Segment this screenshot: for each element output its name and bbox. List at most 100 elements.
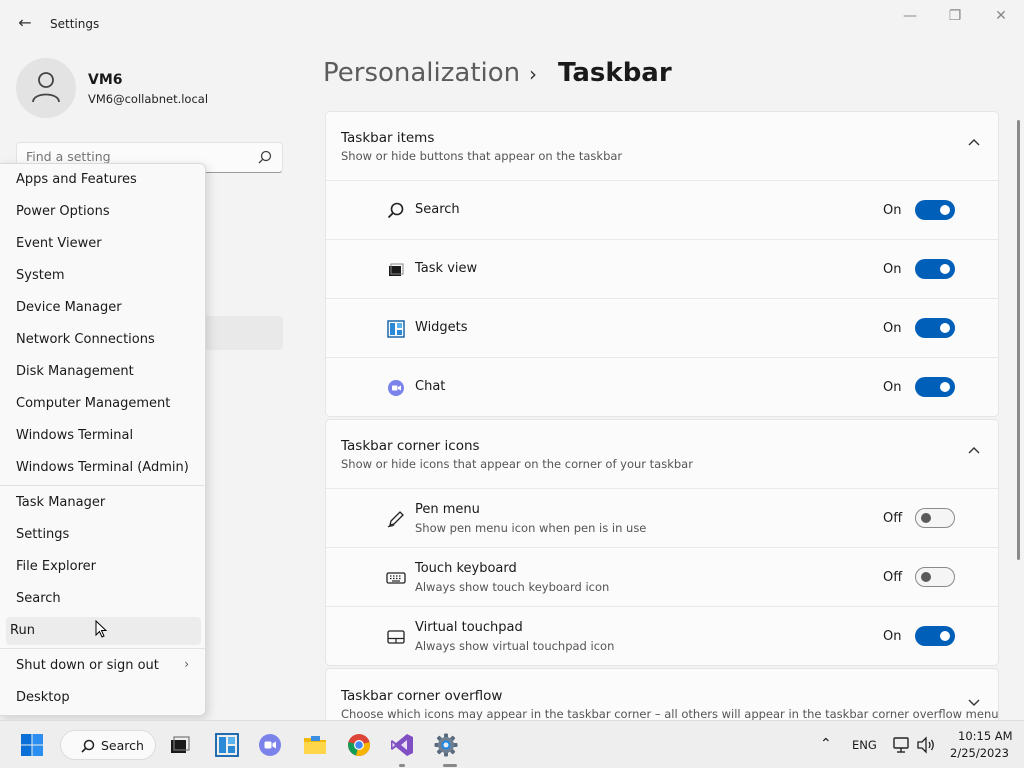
setting-label: Virtual touchpad [415, 620, 523, 635]
virtual-touchpad-toggle[interactable] [915, 626, 955, 646]
mouse-cursor-icon [95, 620, 108, 638]
menu-item-power-options[interactable]: Power Options [6, 198, 201, 226]
volume-icon[interactable] [916, 735, 936, 755]
section-subtitle: Choose which icons may appear in the tas… [341, 707, 999, 721]
pen-menu-toggle[interactable] [915, 508, 955, 528]
toggle-state-text: On [883, 321, 902, 336]
clock-date[interactable]: 2/25/2023 [950, 746, 1009, 760]
section-title: Taskbar corner icons [341, 438, 480, 454]
taskbar-corner-icons-header[interactable]: Taskbar corner icons Show or hide icons … [326, 420, 998, 488]
chevron-down-icon[interactable] [968, 699, 980, 707]
visual-studio-icon[interactable] [390, 733, 414, 757]
chat-toggle[interactable] [915, 377, 955, 397]
restore-icon[interactable]: ❐ [941, 8, 969, 26]
clock-time[interactable]: 10:15 AM [958, 729, 1013, 743]
section-subtitle: Show or hide buttons that appear on the … [341, 149, 623, 163]
menu-item-network-connections[interactable]: Network Connections [6, 326, 201, 354]
setting-label: Task view [415, 261, 478, 276]
scrollbar[interactable] [1017, 120, 1020, 560]
settings-gear-icon[interactable] [434, 733, 458, 757]
taskbar: Search ⌃ ENG 10:15 AM 2/25/2023 [0, 720, 1024, 768]
user-icon [32, 72, 60, 103]
input-language[interactable]: ENG [852, 738, 877, 752]
pen-icon [387, 511, 404, 528]
menu-item-desktop[interactable]: Desktop [6, 684, 201, 712]
widgets-icon [387, 320, 405, 338]
setting-description: Show pen menu icon when pen is in use [415, 521, 647, 535]
setting-row-pen-menu: Pen menu Show pen menu icon when pen is … [326, 488, 998, 547]
taskbar-items-header[interactable]: Taskbar items Show or hide buttons that … [326, 112, 998, 180]
menu-item-apps-and-features[interactable]: Apps and Features [6, 166, 201, 194]
nav-selected-highlight [205, 316, 283, 350]
task-view-toggle[interactable] [915, 259, 955, 279]
chat-icon [388, 380, 404, 396]
touch-keyboard-toggle[interactable] [915, 567, 955, 587]
taskbar-search-label: Search [101, 738, 144, 753]
user-name: VM6 [88, 72, 123, 88]
breadcrumb-parent[interactable]: Personalization [323, 58, 520, 88]
network-icon[interactable] [891, 735, 911, 755]
keyboard-icon [386, 572, 406, 584]
setting-description: Always show virtual touchpad icon [415, 639, 615, 653]
taskbar-search-button[interactable]: Search [60, 730, 156, 760]
section-title: Taskbar items [341, 130, 435, 146]
menu-item-disk-management[interactable]: Disk Management [6, 358, 201, 386]
menu-item-system[interactable]: System [6, 262, 201, 290]
menu-item-task-manager[interactable]: Task Manager [6, 489, 201, 517]
toggle-state-text: Off [883, 511, 903, 526]
search-icon [81, 739, 95, 753]
user-email: VM6@collabnet.local [88, 92, 209, 106]
menu-item-device-manager[interactable]: Device Manager [6, 294, 201, 322]
windows-start-icon[interactable] [20, 733, 44, 757]
menu-item-computer-management[interactable]: Computer Management [6, 390, 201, 418]
find-setting-input[interactable] [26, 149, 246, 164]
toggle-state-text: On [883, 203, 902, 218]
taskbar-corner-icons-card: Taskbar corner icons Show or hide icons … [325, 419, 999, 666]
search-icon [387, 202, 404, 219]
running-indicator [399, 764, 405, 767]
toggle-state-text: On [883, 262, 902, 277]
search-toggle[interactable] [915, 200, 955, 220]
menu-item-windows-terminal[interactable]: Windows Terminal [6, 422, 201, 450]
setting-label: Search [415, 202, 460, 217]
file-explorer-icon[interactable] [303, 733, 327, 757]
setting-label: Pen menu [415, 502, 480, 517]
toggle-state-text: On [883, 629, 902, 644]
menu-item-file-explorer[interactable]: File Explorer [6, 553, 201, 581]
close-icon[interactable]: ✕ [987, 8, 1015, 26]
widgets-icon[interactable] [215, 733, 239, 757]
menu-item-search[interactable]: Search [6, 585, 201, 613]
taskbar-items-card: Taskbar items Show or hide buttons that … [325, 111, 999, 417]
setting-row-widgets: Widgets On [326, 298, 998, 357]
setting-label: Touch keyboard [415, 561, 517, 576]
chevron-up-icon[interactable] [968, 446, 980, 454]
chevron-up-icon[interactable] [968, 138, 980, 146]
taskbar-corner-overflow-card[interactable]: Taskbar corner overflow Choose which ico… [325, 668, 999, 728]
menu-item-shut-down-or-sign-out[interactable]: Shut down or sign out › [6, 652, 201, 680]
chevron-up-icon[interactable]: ⌃ [820, 736, 832, 752]
active-indicator [443, 764, 457, 767]
title-bar: ← Settings — ❐ ✕ [0, 0, 1024, 48]
back-arrow-icon[interactable]: ← [14, 12, 36, 34]
avatar[interactable] [16, 58, 76, 118]
setting-row-virtual-touchpad: Virtual touchpad Always show virtual tou… [326, 606, 998, 665]
setting-row-touch-keyboard: Touch keyboard Always show touch keyboar… [326, 547, 998, 606]
menu-item-settings[interactable]: Settings [6, 521, 201, 549]
minimize-icon[interactable]: — [896, 8, 924, 26]
window-title: Settings [50, 17, 100, 31]
task-view-icon[interactable] [168, 733, 192, 757]
setting-row-chat: Chat On [326, 357, 998, 416]
chevron-right-icon: › [184, 657, 189, 671]
widgets-toggle[interactable] [915, 318, 955, 338]
setting-row-task-view: Task view On [326, 239, 998, 298]
setting-description: Always show touch keyboard icon [415, 580, 610, 594]
menu-item-event-viewer[interactable]: Event Viewer [6, 230, 201, 258]
menu-item-windows-terminal-admin[interactable]: Windows Terminal (Admin) [6, 454, 201, 482]
chrome-icon[interactable] [347, 733, 371, 757]
setting-label: Widgets [415, 320, 468, 335]
touchpad-icon [387, 630, 405, 644]
menu-separator [0, 485, 206, 486]
page-title: Taskbar [558, 58, 672, 88]
section-subtitle: Show or hide icons that appear on the co… [341, 457, 693, 471]
chat-icon[interactable] [258, 733, 282, 757]
